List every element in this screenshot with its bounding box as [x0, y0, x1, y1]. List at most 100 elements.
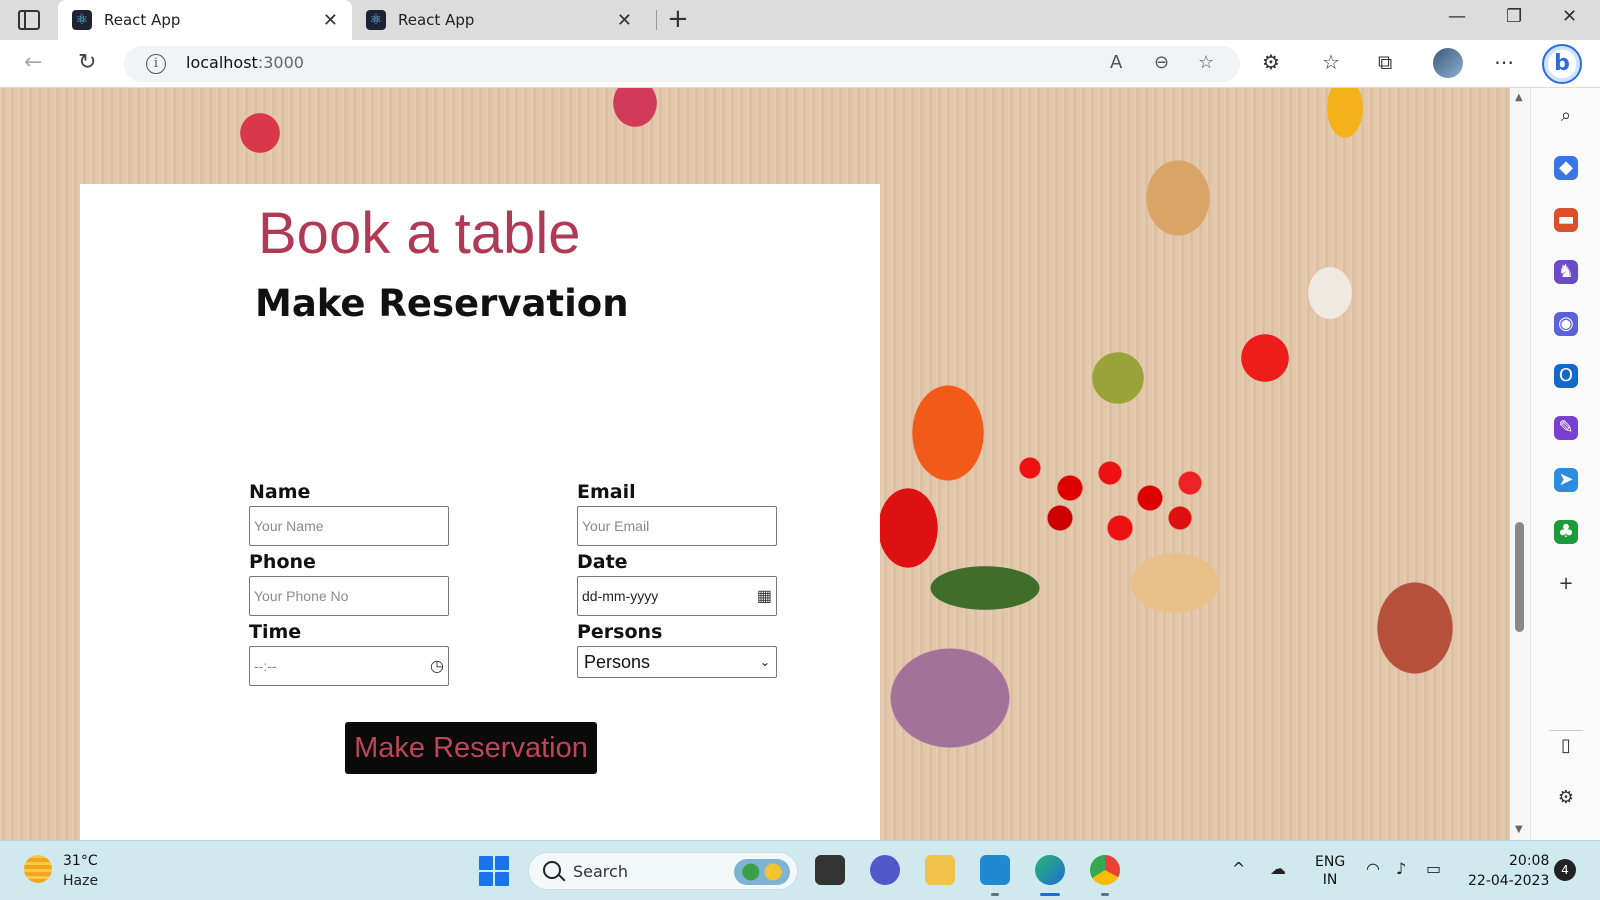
- persons-selected-value: Persons: [584, 651, 651, 672]
- time-label: Time: [249, 621, 302, 643]
- tab-title: React App: [104, 11, 181, 29]
- windows-logo-icon: [495, 856, 509, 870]
- search-icon: [543, 861, 561, 879]
- search-icon[interactable]: ⌕: [1554, 104, 1578, 128]
- favorites-icon[interactable]: ☆: [1322, 50, 1340, 74]
- designer-icon[interactable]: ✎: [1554, 416, 1578, 440]
- windows-logo-icon: [495, 872, 509, 886]
- windows-logo-icon: [479, 872, 493, 886]
- page-scrollbar[interactable]: ▲ ▼: [1510, 88, 1530, 840]
- tools-icon[interactable]: ▬: [1554, 208, 1578, 232]
- tab-react-app-1[interactable]: ⚛ React App ✕: [58, 0, 352, 40]
- onedrive-error-icon[interactable]: ☁: [1270, 859, 1286, 878]
- send-icon[interactable]: ➤: [1554, 468, 1578, 492]
- add-icon[interactable]: +: [1554, 572, 1578, 596]
- extensions-icon[interactable]: ⚙: [1262, 50, 1280, 74]
- form-title: Make Reservation: [255, 282, 629, 325]
- battery-icon[interactable]: ▭: [1426, 859, 1441, 878]
- tab-actions-icon[interactable]: [18, 10, 40, 30]
- chevron-down-icon: ⌄: [759, 655, 770, 669]
- email-label: Email: [577, 481, 636, 503]
- scroll-down-icon[interactable]: ▼: [1515, 824, 1523, 835]
- minimize-icon[interactable]: —: [1448, 6, 1466, 27]
- language-indicator[interactable]: ENG IN: [1315, 853, 1345, 889]
- running-indicator: [1101, 893, 1109, 896]
- close-window-icon[interactable]: ✕: [1562, 6, 1577, 27]
- task-view-icon[interactable]: [815, 855, 845, 885]
- start-button[interactable]: [479, 856, 509, 886]
- search-label: Search: [573, 862, 628, 881]
- name-placeholder: Your Name: [254, 518, 324, 534]
- tab-title: React App: [398, 11, 475, 29]
- language-region: IN: [1322, 872, 1338, 888]
- collections-icon[interactable]: ⧉: [1378, 50, 1392, 74]
- running-indicator: [991, 893, 999, 896]
- notification-badge[interactable]: 4: [1554, 859, 1576, 881]
- clock-icon[interactable]: ◷: [430, 656, 444, 676]
- clock-time: 20:08: [1509, 853, 1550, 869]
- active-indicator: [1040, 893, 1060, 896]
- language-code: ENG: [1315, 854, 1346, 870]
- site-info-icon[interactable]: i: [146, 54, 166, 74]
- add-favorite-icon[interactable]: ☆: [1198, 52, 1214, 73]
- windows-taskbar: 31°C Haze Search ^ ☁ ENG IN ◠ ♪ ▭ 20:08 …: [0, 840, 1600, 900]
- read-aloud-icon[interactable]: A: [1110, 52, 1122, 73]
- tab-react-app-2[interactable]: ⚛ React App ✕: [352, 0, 646, 40]
- react-favicon-icon: ⚛: [72, 10, 92, 30]
- scroll-up-icon[interactable]: ▲: [1515, 92, 1523, 103]
- restore-icon[interactable]: ❐: [1506, 6, 1522, 27]
- system-clock[interactable]: 20:08 22-04-2023: [1468, 851, 1549, 891]
- date-label: Date: [577, 551, 628, 573]
- email-input[interactable]: Your Email: [577, 506, 777, 546]
- page-heading: Book a table: [258, 201, 581, 266]
- show-hidden-icons-chevron-icon[interactable]: ^: [1232, 859, 1245, 878]
- vscode-icon[interactable]: [980, 855, 1010, 885]
- phone-placeholder: Your Phone No: [254, 588, 349, 604]
- more-menu-icon[interactable]: ⋯: [1494, 50, 1514, 74]
- time-value: --:--: [254, 658, 277, 674]
- microsoft-365-icon[interactable]: ◉: [1554, 312, 1578, 336]
- new-tab-icon[interactable]: +: [667, 6, 689, 32]
- settings-gear-icon[interactable]: ⚙: [1554, 786, 1578, 810]
- tree-icon[interactable]: ♣: [1554, 520, 1578, 544]
- zoom-out-icon[interactable]: ⊖: [1154, 52, 1169, 73]
- make-reservation-button[interactable]: Make Reservation: [345, 722, 597, 774]
- calendar-icon[interactable]: ▦: [757, 586, 772, 606]
- wifi-icon[interactable]: ◠: [1366, 859, 1380, 878]
- scroll-thumb[interactable]: [1515, 522, 1524, 632]
- close-tab-icon[interactable]: ✕: [323, 10, 338, 31]
- teams-chat-icon[interactable]: [870, 855, 900, 885]
- taskbar-search[interactable]: Search: [528, 852, 798, 890]
- tab-strip: ⚛ React App ✕ ⚛ React App ✕ + — ❐ ✕: [0, 0, 1600, 40]
- url-text[interactable]: localhost:3000: [186, 53, 304, 72]
- haze-weather-icon[interactable]: [24, 855, 52, 883]
- name-label: Name: [249, 481, 311, 503]
- url-port: :3000: [257, 53, 304, 72]
- name-input[interactable]: Your Name: [249, 506, 449, 546]
- reload-icon[interactable]: ↻: [78, 50, 96, 75]
- edge-sidebar: ⌕ ◆ ▬ ♞ ◉ O ✎ ➤ ♣ + ▯ ⚙: [1530, 88, 1600, 840]
- search-highlight-icon: [734, 859, 790, 885]
- profile-avatar[interactable]: [1433, 48, 1463, 78]
- hide-sidebar-icon[interactable]: ▯: [1554, 734, 1578, 758]
- file-explorer-icon[interactable]: [925, 855, 955, 885]
- url-host: localhost: [186, 53, 258, 72]
- address-bar[interactable]: i localhost:3000 A ⊖ ☆: [124, 46, 1240, 82]
- back-icon[interactable]: ←: [24, 50, 42, 75]
- tab-divider: [656, 10, 657, 30]
- outlook-icon[interactable]: O: [1554, 364, 1578, 388]
- date-input[interactable]: dd-mm-yyyy ▦: [577, 576, 777, 616]
- sidebar-divider: [1549, 730, 1583, 731]
- edge-browser-icon[interactable]: [1035, 855, 1065, 885]
- persons-select[interactable]: Persons ⌄: [577, 646, 777, 678]
- bing-copilot-icon[interactable]: b: [1542, 44, 1582, 84]
- time-input[interactable]: --:-- ◷: [249, 646, 449, 686]
- reservation-card: Book a table Make Reservation Name Your …: [80, 184, 880, 840]
- games-icon[interactable]: ♞: [1554, 260, 1578, 284]
- phone-input[interactable]: Your Phone No: [249, 576, 449, 616]
- windows-logo-icon: [479, 856, 493, 870]
- close-tab-icon[interactable]: ✕: [617, 10, 632, 31]
- shopping-icon[interactable]: ◆: [1554, 156, 1578, 180]
- chrome-icon[interactable]: [1090, 855, 1120, 885]
- volume-icon[interactable]: ♪: [1396, 859, 1406, 878]
